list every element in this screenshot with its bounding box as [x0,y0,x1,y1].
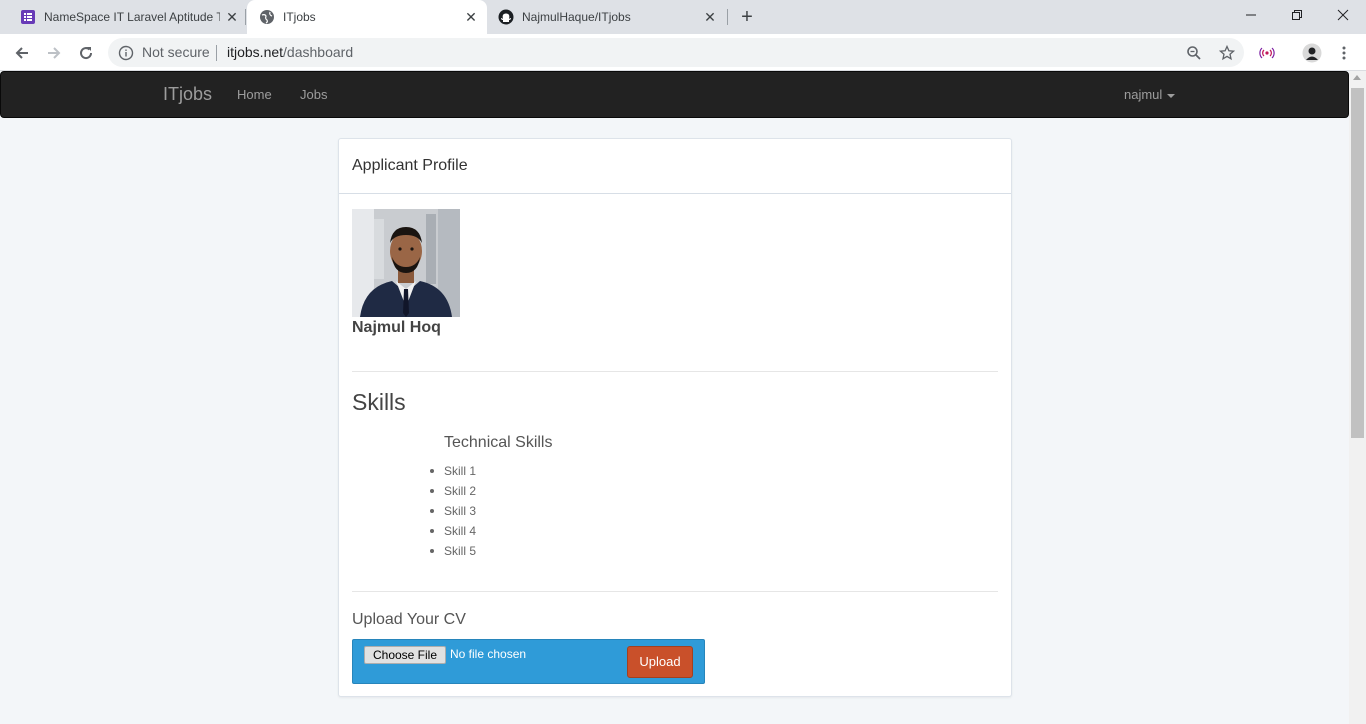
zoom-icon[interactable] [1185,44,1203,62]
applicant-photo [352,209,460,317]
form-icon [20,9,36,25]
menu-dots-icon[interactable] [1332,41,1356,65]
list-item: Skill 3 [429,501,476,521]
close-tab-icon[interactable]: ✕ [702,9,718,25]
list-item: Skill 4 [429,521,476,541]
list-item: Skill 1 [429,461,476,481]
applicant-name: Najmul Hoq [352,319,441,336]
upload-cv-heading: Upload Your CV [352,611,466,628]
tab-itjobs[interactable]: ITjobs ✕ [247,0,487,34]
address-bar[interactable]: Not secure itjobs.net/dashboard [108,38,1244,67]
close-tab-icon[interactable]: ✕ [224,9,240,25]
scroll-up-arrow-icon[interactable] [1353,75,1361,80]
upload-button[interactable]: Upload [627,646,693,678]
forward-arrow-icon[interactable] [42,41,66,65]
cv-upload-form: Choose File No file chosen Upload [352,639,705,684]
tab-separator [245,9,246,25]
divider [352,591,998,592]
github-icon [498,9,514,25]
url-text[interactable]: itjobs.net/dashboard [227,44,353,60]
star-icon[interactable] [1218,44,1236,62]
scroll-thumb[interactable] [1351,88,1364,438]
technical-skills-heading: Technical Skills [444,434,553,451]
panel-title: Applicant Profile [352,157,468,174]
user-name: najmul [1124,87,1163,102]
divider [216,45,217,61]
reload-icon[interactable] [74,41,98,65]
tab-title: NameSpace IT Laravel Aptitude T [44,10,220,24]
close-tab-icon[interactable]: ✕ [463,9,479,25]
info-icon[interactable] [118,45,134,61]
restore-icon[interactable] [1274,0,1320,30]
skills-list: Skill 1 Skill 2 Skill 3 Skill 4 Skill 5 [429,461,476,561]
close-window-icon[interactable] [1320,0,1366,30]
tab-title: ITjobs [283,10,316,24]
list-item: Skill 2 [429,481,476,501]
divider [352,371,998,372]
browser-toolbar: Not secure itjobs.net/dashboard [0,34,1366,71]
page-scrollbar[interactable] [1349,71,1366,724]
nav-home-link[interactable]: Home [237,87,272,102]
tab-github[interactable]: NajmulHaque/ITjobs ✕ [488,0,728,34]
nav-jobs-link[interactable]: Jobs [300,87,327,102]
new-tab-icon[interactable]: + [737,7,757,27]
url-path: /dashboard [283,44,354,60]
profile-avatar-icon[interactable] [1300,41,1324,65]
minimize-icon[interactable] [1228,0,1274,30]
browser-tab-strip: NameSpace IT Laravel Aptitude T ✕ ITjobs… [0,0,1366,34]
panel-heading: Applicant Profile [339,139,1011,194]
profile-panel: Applicant Profile Najmul Hoq Skills Tech… [338,138,1012,697]
skills-heading: Skills [352,389,406,415]
security-status: Not secure [142,44,210,60]
file-status-text: No file chosen [450,647,527,661]
caret-down-icon [1167,93,1176,98]
user-menu-dropdown[interactable]: najmul [1124,87,1176,102]
globe-icon [259,9,275,25]
tab-separator [727,9,728,25]
tab-title: NajmulHaque/ITjobs [522,10,631,24]
brand-link[interactable]: ITjobs [163,84,212,105]
site-navbar: ITjobs Home Jobs najmul [0,71,1349,118]
url-host: itjobs.net [227,44,284,60]
cast-icon[interactable] [1255,41,1279,65]
back-arrow-icon[interactable] [10,41,34,65]
choose-file-button[interactable]: Choose File [364,646,446,664]
list-item: Skill 5 [429,541,476,561]
tab-namespace[interactable]: NameSpace IT Laravel Aptitude T ✕ [0,0,244,34]
